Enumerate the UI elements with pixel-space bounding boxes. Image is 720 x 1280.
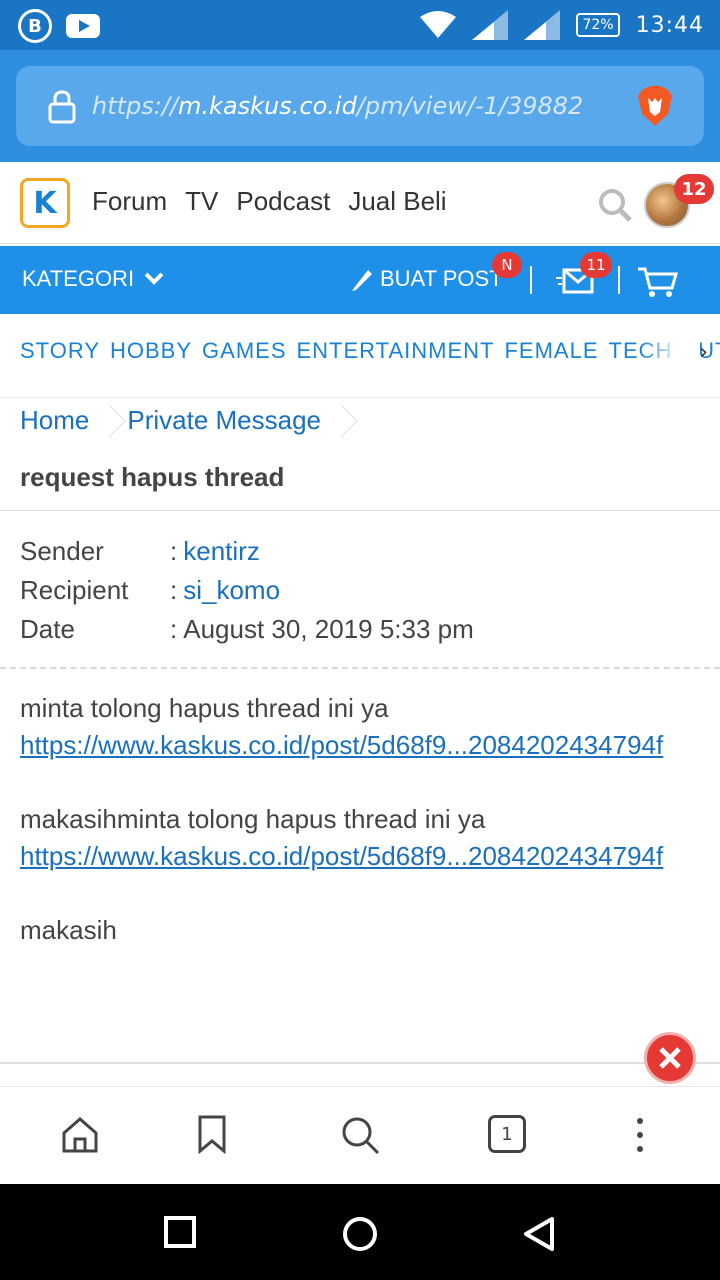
category-entertainment[interactable]: ENTERTAINMENT xyxy=(297,338,495,364)
clock: 13:44 xyxy=(635,12,704,38)
message-line-1: minta tolong hapus thread ini ya xyxy=(20,693,389,723)
thread-link-1[interactable]: https://www.kaskus.co.id/post/5d68f9...2… xyxy=(20,730,663,760)
close-button[interactable] xyxy=(644,1032,696,1084)
url-text: https://m.kaskus.co.id/pm/view/-1/39882 xyxy=(92,92,583,120)
lock-icon xyxy=(48,90,76,124)
battery-indicator: 72% xyxy=(576,13,620,37)
messages-badge: 11 xyxy=(580,252,612,278)
breadcrumb-separator xyxy=(101,400,115,440)
message-date: August 30, 2019 5:33 pm xyxy=(183,614,474,644)
status-bar: B 72% 13:44 xyxy=(0,0,720,50)
search-icon[interactable] xyxy=(340,1115,380,1155)
category-bar: KATEGORI BUAT POST xyxy=(0,246,720,314)
category-female[interactable]: FEMALE xyxy=(504,338,598,364)
url-host: m.kaskus.co.id xyxy=(178,92,357,120)
browser-address-area: https://m.kaskus.co.id/pm/view/-1/39882 xyxy=(0,50,720,162)
kaskus-logo[interactable]: K xyxy=(20,178,70,228)
divider xyxy=(0,1062,720,1064)
nav-jual-beli[interactable]: Jual Beli xyxy=(348,186,446,217)
buat-post-button[interactable]: BUAT POST xyxy=(350,266,503,292)
message-title: request hapus thread xyxy=(20,462,285,492)
back-icon[interactable] xyxy=(522,1216,556,1252)
signal-2-icon xyxy=(524,10,561,40)
new-post-badge: N xyxy=(492,252,522,278)
youtube-icon xyxy=(66,14,100,38)
kategori-dropdown[interactable]: KATEGORI xyxy=(22,266,164,292)
chevron-right-icon[interactable]: › xyxy=(699,340,708,365)
thread-link-2[interactable]: https://www.kaskus.co.id/post/5d68f9...2… xyxy=(20,841,663,871)
breadcrumb: Home Private Message xyxy=(20,400,347,440)
close-icon xyxy=(659,1047,681,1069)
sender-link[interactable]: kentirz xyxy=(183,536,260,567)
url-bar[interactable]: https://m.kaskus.co.id/pm/view/-1/39882 xyxy=(16,66,704,146)
signal-icon xyxy=(472,10,509,40)
nav-tv[interactable]: TV xyxy=(185,186,218,217)
chevron-down-icon xyxy=(144,272,164,285)
wifi-icon xyxy=(420,11,457,38)
notification-badge: 12 xyxy=(674,174,714,204)
dashed-divider xyxy=(0,667,720,669)
nav-forum[interactable]: Forum xyxy=(92,186,167,217)
separator xyxy=(530,266,532,294)
b-app-icon: B xyxy=(18,9,52,43)
category-story[interactable]: STORY xyxy=(20,338,100,364)
tab-switcher-button[interactable]: 1 xyxy=(488,1115,526,1153)
category-strip: STORY HOBBY GAMES ENTERTAINMENT FEMALE T… xyxy=(0,314,720,398)
category-hobby[interactable]: HOBBY xyxy=(110,338,192,364)
nav-podcast[interactable]: Podcast xyxy=(236,186,330,217)
message-line-2: makasihminta tolong hapus thread ini ya xyxy=(20,804,486,834)
breadcrumb-private-message[interactable]: Private Message xyxy=(127,405,321,436)
bookmark-icon[interactable] xyxy=(196,1115,228,1155)
separator xyxy=(618,266,620,294)
message-line-3: makasih xyxy=(20,915,117,945)
search-icon[interactable] xyxy=(598,188,632,222)
breadcrumb-separator xyxy=(333,400,347,440)
browser-toolbar: 1 xyxy=(0,1086,720,1184)
url-path: /pm/view/-1/39882 xyxy=(356,92,584,120)
category-fade xyxy=(640,314,700,397)
sender-label: Sender xyxy=(20,536,104,566)
divider xyxy=(0,510,720,511)
brave-lion-icon[interactable] xyxy=(638,86,672,126)
message-meta: Sender : kentirz Recipient : si_komo Dat… xyxy=(20,536,474,644)
more-menu-icon[interactable] xyxy=(630,1115,650,1155)
message-body: minta tolong hapus thread ini ya https:/… xyxy=(20,690,710,949)
recipient-label: Recipient xyxy=(20,575,129,605)
buat-post-label: BUAT POST xyxy=(380,266,503,291)
android-nav-bar xyxy=(0,1184,720,1280)
url-scheme: https:// xyxy=(92,92,179,120)
home-icon[interactable] xyxy=(60,1115,100,1155)
home-nav-icon[interactable] xyxy=(342,1216,378,1252)
category-games[interactable]: GAMES xyxy=(202,338,286,364)
recipient-link[interactable]: si_komo xyxy=(183,575,280,606)
kategori-label: KATEGORI xyxy=(22,266,135,291)
pencil-icon xyxy=(352,270,372,291)
cart-icon[interactable] xyxy=(638,266,678,298)
site-navbar: K Forum TV Podcast Jual Beli xyxy=(0,162,720,244)
recents-icon[interactable] xyxy=(164,1216,196,1248)
date-label: Date xyxy=(20,614,75,644)
breadcrumb-home[interactable]: Home xyxy=(20,405,89,436)
